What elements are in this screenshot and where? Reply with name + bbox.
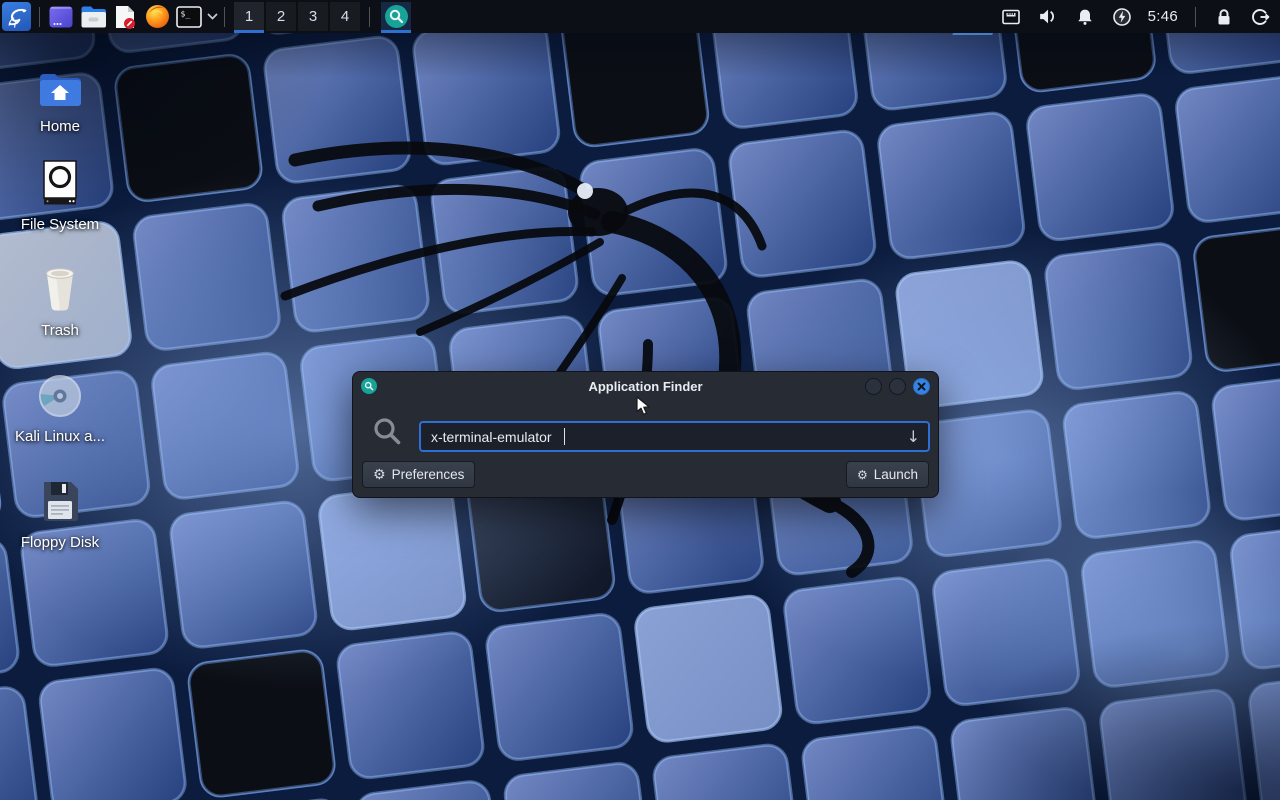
workspace-3[interactable]: 3 (298, 2, 328, 31)
gear-icon: ⚙ (373, 468, 386, 482)
lock-screen-icon[interactable] (1213, 6, 1235, 28)
active-window-underline (381, 30, 411, 33)
notifications-bell-icon[interactable] (1074, 6, 1096, 28)
arrow-down-icon: ↓ (907, 427, 920, 446)
window-title: Application Finder (353, 379, 938, 394)
workspace-label: 1 (245, 8, 253, 25)
panel-separator (1195, 7, 1196, 27)
launch-gear-icon: ⚙ (857, 469, 868, 481)
chevron-down-icon (207, 13, 218, 20)
search-input-value: x-terminal-emulator (431, 429, 552, 445)
application-finder-icon (384, 4, 409, 29)
applications-menu-button[interactable] (2, 2, 31, 31)
desktop-icon-label: Home (8, 118, 112, 135)
taskbar-application-finder-button[interactable] (381, 2, 411, 31)
minimize-button[interactable] (865, 378, 882, 395)
workspace-label: 3 (309, 8, 317, 25)
active-workspace-underline (234, 30, 264, 33)
launch-button[interactable]: ⚙ Launch (846, 461, 929, 488)
launcher-terminal[interactable]: $_ (173, 2, 205, 31)
file-manager-icon (80, 5, 107, 29)
clock[interactable]: 5:46 (1148, 8, 1178, 25)
workspace-2[interactable]: 2 (266, 2, 296, 31)
optical-disc-icon (8, 370, 112, 418)
desktop-icon-file-system[interactable]: File System (8, 158, 112, 233)
desktop-icon-floppy-disk[interactable]: Floppy Disk (8, 476, 112, 551)
launcher-dropdown-button[interactable] (205, 2, 219, 31)
launcher-show-desktop[interactable] (45, 2, 77, 31)
desktop-icon-label: Floppy Disk (8, 534, 112, 551)
desktop-icon-kali-linux[interactable]: Kali Linux a... (8, 370, 112, 445)
workspace-label: 2 (277, 8, 285, 25)
svg-text:$_: $_ (181, 9, 191, 18)
desktop: Home File System Trash (0, 0, 1280, 800)
workspace-4[interactable]: 4 (330, 2, 360, 31)
workspace-switcher: 1 2 3 4 (234, 2, 360, 31)
text-editor-icon (113, 4, 137, 30)
launcher-firefox[interactable] (141, 2, 173, 31)
top-panel: $_ 1 2 3 4 (0, 0, 1280, 33)
log-out-icon[interactable] (1250, 6, 1272, 28)
network-icon[interactable] (1000, 6, 1022, 28)
firefox-icon (145, 4, 170, 29)
floppy-disk-icon (8, 476, 112, 524)
maximize-button[interactable] (889, 378, 906, 395)
hard-drive-icon (8, 158, 112, 206)
desktop-icon-label: Trash (8, 322, 112, 339)
dropdown-arrow-button[interactable]: ↓ (907, 429, 920, 445)
desktop-icon-label: Kali Linux a... (8, 428, 112, 445)
launcher-file-manager[interactable] (77, 2, 109, 31)
preferences-button-label: Preferences (392, 467, 465, 482)
search-row: x-terminal-emulator ↓ (353, 400, 938, 460)
desktop-icon-label: File System (8, 216, 112, 233)
search-icon (372, 416, 402, 446)
preferences-button[interactable]: ⚙ Preferences (362, 461, 475, 488)
close-button[interactable] (913, 378, 930, 395)
power-manager-icon[interactable] (1111, 6, 1133, 28)
panel-separator (39, 7, 40, 27)
panel-separator (369, 7, 370, 27)
volume-icon[interactable] (1037, 6, 1059, 28)
desktop-icon-home[interactable]: Home (8, 60, 112, 135)
show-desktop-icon (48, 4, 74, 30)
home-folder-icon (8, 60, 112, 108)
panel-separator (224, 7, 225, 27)
desktop-icon-trash[interactable]: Trash (8, 264, 112, 339)
trash-icon (8, 264, 112, 312)
search-input[interactable]: x-terminal-emulator ↓ (419, 421, 930, 452)
workspace-1[interactable]: 1 (234, 2, 264, 31)
application-finder-window: Application Finder x-terminal (352, 371, 939, 498)
kali-logo-icon (5, 5, 29, 29)
workspace-label: 4 (341, 8, 349, 25)
text-caret (564, 428, 565, 445)
terminal-icon: $_ (176, 6, 202, 28)
titlebar[interactable]: Application Finder (353, 372, 938, 400)
launch-button-label: Launch (874, 467, 918, 482)
window-icon (361, 378, 377, 394)
close-icon (917, 382, 926, 391)
dialog-buttons: ⚙ Preferences ⚙ Launch (362, 461, 929, 488)
launcher-text-editor[interactable] (109, 2, 141, 31)
